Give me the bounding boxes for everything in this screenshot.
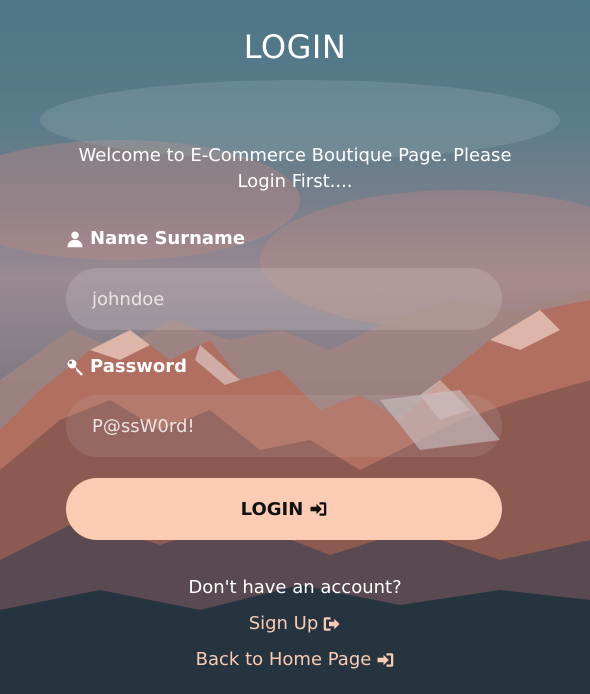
login-screen: LOGIN Welcome to E-Commerce Boutique Pag… (0, 0, 590, 694)
key-icon (67, 359, 83, 375)
password-label-text: Password (90, 356, 188, 377)
home-page-link[interactable]: Back to Home Page (0, 649, 590, 670)
signup-link[interactable]: Sign Up (0, 613, 590, 634)
no-account-text: Don't have an account? (188, 577, 402, 598)
sign-in-icon (310, 502, 327, 516)
name-label: Name Surname (66, 228, 245, 249)
home-link-label: Back to Home Page (195, 649, 372, 670)
name-label-text: Name Surname (90, 228, 246, 249)
name-input[interactable] (66, 268, 502, 330)
login-button-label: LOGIN (240, 498, 304, 520)
login-button[interactable]: LOGIN (66, 478, 502, 540)
signup-link-label: Sign Up (248, 613, 319, 634)
password-input[interactable] (66, 395, 502, 457)
page-title: LOGIN (243, 28, 347, 66)
welcome-message: Welcome to E-Commerce Boutique Page. Ple… (78, 145, 512, 192)
user-icon (67, 231, 83, 247)
sign-out-icon (324, 616, 340, 631)
sign-in-icon (377, 652, 394, 667)
password-label: Password (66, 356, 187, 377)
